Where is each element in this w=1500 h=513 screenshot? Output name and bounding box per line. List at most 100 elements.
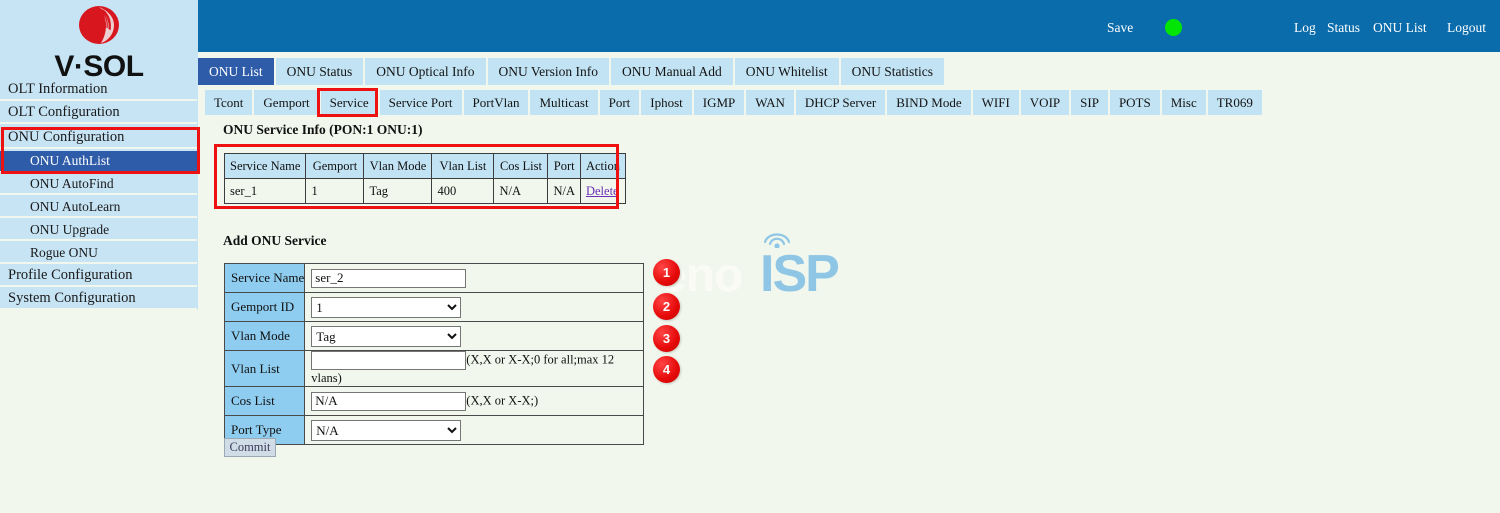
tab-onu-list[interactable]: ONU List	[198, 58, 276, 85]
sidebar-item-olt-information[interactable]: OLT Information	[0, 80, 197, 101]
subtab-multicast[interactable]: Multicast	[530, 90, 599, 115]
form-row-gemport-id: Gemport ID 1	[225, 293, 644, 322]
sidebar-item-onu-upgrade[interactable]: ONU Upgrade	[0, 220, 197, 241]
table-header-row: Service Name Gemport Vlan Mode Vlan List…	[225, 154, 626, 179]
subtab-wan[interactable]: WAN	[746, 90, 796, 115]
subtab-label: Misc	[1171, 95, 1197, 111]
subtab-voip[interactable]: VOIP	[1021, 90, 1071, 115]
vlan-list-input[interactable]	[311, 351, 466, 370]
field-gemport-id-cell: 1	[305, 293, 644, 322]
tab-label: ONU Statistics	[852, 64, 933, 80]
sidebar-item-onu-authlist[interactable]: ONU AuthList	[0, 151, 197, 172]
tab-label: ONU Version Info	[499, 64, 599, 80]
header-link-status[interactable]: Status	[1327, 20, 1360, 36]
commit-button[interactable]: Commit	[224, 438, 276, 457]
tab-onu-whitelist[interactable]: ONU Whitelist	[735, 58, 841, 85]
tab-label: ONU Optical Info	[376, 64, 474, 80]
callout-badge-2: 2	[653, 293, 680, 320]
field-vlan-list-cell: (X,X or X-X;0 for all;max 12 vlans)	[305, 351, 644, 387]
col-port: Port	[548, 154, 581, 179]
secondary-tab-bar: Tcont Gemport Service Service Port PortV…	[205, 90, 1264, 115]
subtab-sip[interactable]: SIP	[1071, 90, 1110, 115]
subtab-tr069[interactable]: TR069	[1208, 90, 1264, 115]
callout-badge-4: 4	[653, 356, 680, 383]
tab-onu-manual-add[interactable]: ONU Manual Add	[611, 58, 735, 85]
subtab-label: WIFI	[982, 95, 1010, 111]
cell-vlan-mode: Tag	[364, 179, 432, 204]
subtab-gemport[interactable]: Gemport	[254, 90, 320, 115]
subtab-label: POTS	[1119, 95, 1151, 111]
col-action: Action	[580, 154, 625, 179]
label-gemport-id: Gemport ID	[225, 293, 305, 322]
sidebar-item-label: System Configuration	[8, 290, 136, 307]
subtab-label: WAN	[755, 95, 785, 111]
subtab-bind-mode[interactable]: BIND Mode	[887, 90, 972, 115]
subtab-wifi[interactable]: WIFI	[973, 90, 1021, 115]
sidebar-item-rogue-onu[interactable]: Rogue ONU	[0, 243, 197, 264]
subtab-label: Service	[330, 95, 369, 111]
subtab-service-port[interactable]: Service Port	[380, 90, 464, 115]
subtab-portvlan[interactable]: PortVlan	[464, 90, 531, 115]
sidebar-item-onu-configuration[interactable]: ONU Configuration	[0, 128, 197, 149]
cos-list-input[interactable]	[311, 392, 466, 411]
status-indicator-dot-icon	[1165, 19, 1182, 36]
subtab-iphost[interactable]: Iphost	[641, 90, 694, 115]
sidebar-item-label: OLT Configuration	[8, 104, 120, 121]
form-row-vlan-list: Vlan List (X,X or X-X;0 for all;max 12 v…	[225, 351, 644, 387]
delete-link[interactable]: Delete	[586, 184, 619, 198]
tab-label: ONU List	[209, 64, 263, 80]
header-link-onu-list[interactable]: ONU List	[1373, 20, 1427, 36]
page-root: V·SOL OLT Information OLT Configuration …	[0, 0, 1500, 513]
subtab-dhcp-server[interactable]: DHCP Server	[796, 90, 887, 115]
subtab-label: Multicast	[539, 95, 588, 111]
sidebar-item-onu-autolearn[interactable]: ONU AutoLearn	[0, 197, 197, 218]
cell-gemport: 1	[306, 179, 364, 204]
col-cos-list: Cos List	[494, 154, 548, 179]
sidebar-item-profile-configuration[interactable]: Profile Configuration	[0, 266, 197, 287]
cell-cos-list: N/A	[494, 179, 548, 204]
subtab-label: Gemport	[263, 95, 309, 111]
sidebar: V·SOL OLT Information OLT Configuration …	[0, 0, 198, 513]
callout-badge-1: 1	[653, 259, 680, 286]
subtab-port[interactable]: Port	[600, 90, 642, 115]
sidebar-filler	[0, 310, 198, 513]
tab-onu-optical-info[interactable]: ONU Optical Info	[365, 58, 487, 85]
vlan-mode-select[interactable]: Tag	[311, 326, 461, 347]
subtab-pots[interactable]: POTS	[1110, 90, 1162, 115]
callout-badge-3: 3	[653, 325, 680, 352]
sidebar-item-label: ONU AuthList	[30, 153, 110, 169]
port-type-select[interactable]: N/A	[311, 420, 461, 441]
service-info-title: ONU Service Info (PON:1 ONU:1)	[223, 122, 422, 138]
header-link-log[interactable]: Log	[1294, 20, 1316, 36]
service-name-input[interactable]	[311, 269, 466, 288]
subtab-label: Tcont	[214, 95, 243, 111]
brand-logo: V·SOL	[0, 0, 198, 80]
sidebar-item-olt-configuration[interactable]: OLT Configuration	[0, 103, 197, 124]
sidebar-item-system-configuration[interactable]: System Configuration	[0, 289, 197, 310]
subtab-label: IGMP	[703, 95, 736, 111]
tab-onu-version-info[interactable]: ONU Version Info	[488, 58, 612, 85]
cell-action: Delete	[580, 179, 625, 204]
subtab-service[interactable]: Service	[321, 90, 380, 115]
subtab-tcont[interactable]: Tcont	[205, 90, 254, 115]
sidebar-item-label: ONU Configuration	[8, 129, 124, 146]
form-row-cos-list: Cos List (X,X or X-X;)	[225, 387, 644, 416]
logout-button[interactable]: Logout	[1447, 20, 1486, 36]
form-row-port-type: Port Type N/A	[225, 416, 644, 445]
save-button[interactable]: Save	[1107, 20, 1133, 36]
subtab-igmp[interactable]: IGMP	[694, 90, 747, 115]
sidebar-item-onu-autofind[interactable]: ONU AutoFind	[0, 174, 197, 195]
subtab-misc[interactable]: Misc	[1162, 90, 1208, 115]
tab-onu-status[interactable]: ONU Status	[276, 58, 366, 85]
tab-onu-statistics[interactable]: ONU Statistics	[841, 58, 946, 85]
onu-service-info-table: Service Name Gemport Vlan Mode Vlan List…	[224, 153, 626, 204]
primary-tab-bar: ONU List ONU Status ONU Optical Info ONU…	[198, 58, 946, 85]
field-port-type-cell: N/A	[305, 416, 644, 445]
gemport-id-select[interactable]: 1	[311, 297, 461, 318]
vsol-sphere-logo-icon	[76, 4, 122, 51]
col-vlan-mode: Vlan Mode	[364, 154, 432, 179]
sidebar-item-label: Profile Configuration	[8, 267, 132, 284]
subtab-label: SIP	[1080, 95, 1099, 111]
sidebar-item-label: OLT Information	[8, 81, 107, 98]
col-vlan-list: Vlan List	[432, 154, 494, 179]
